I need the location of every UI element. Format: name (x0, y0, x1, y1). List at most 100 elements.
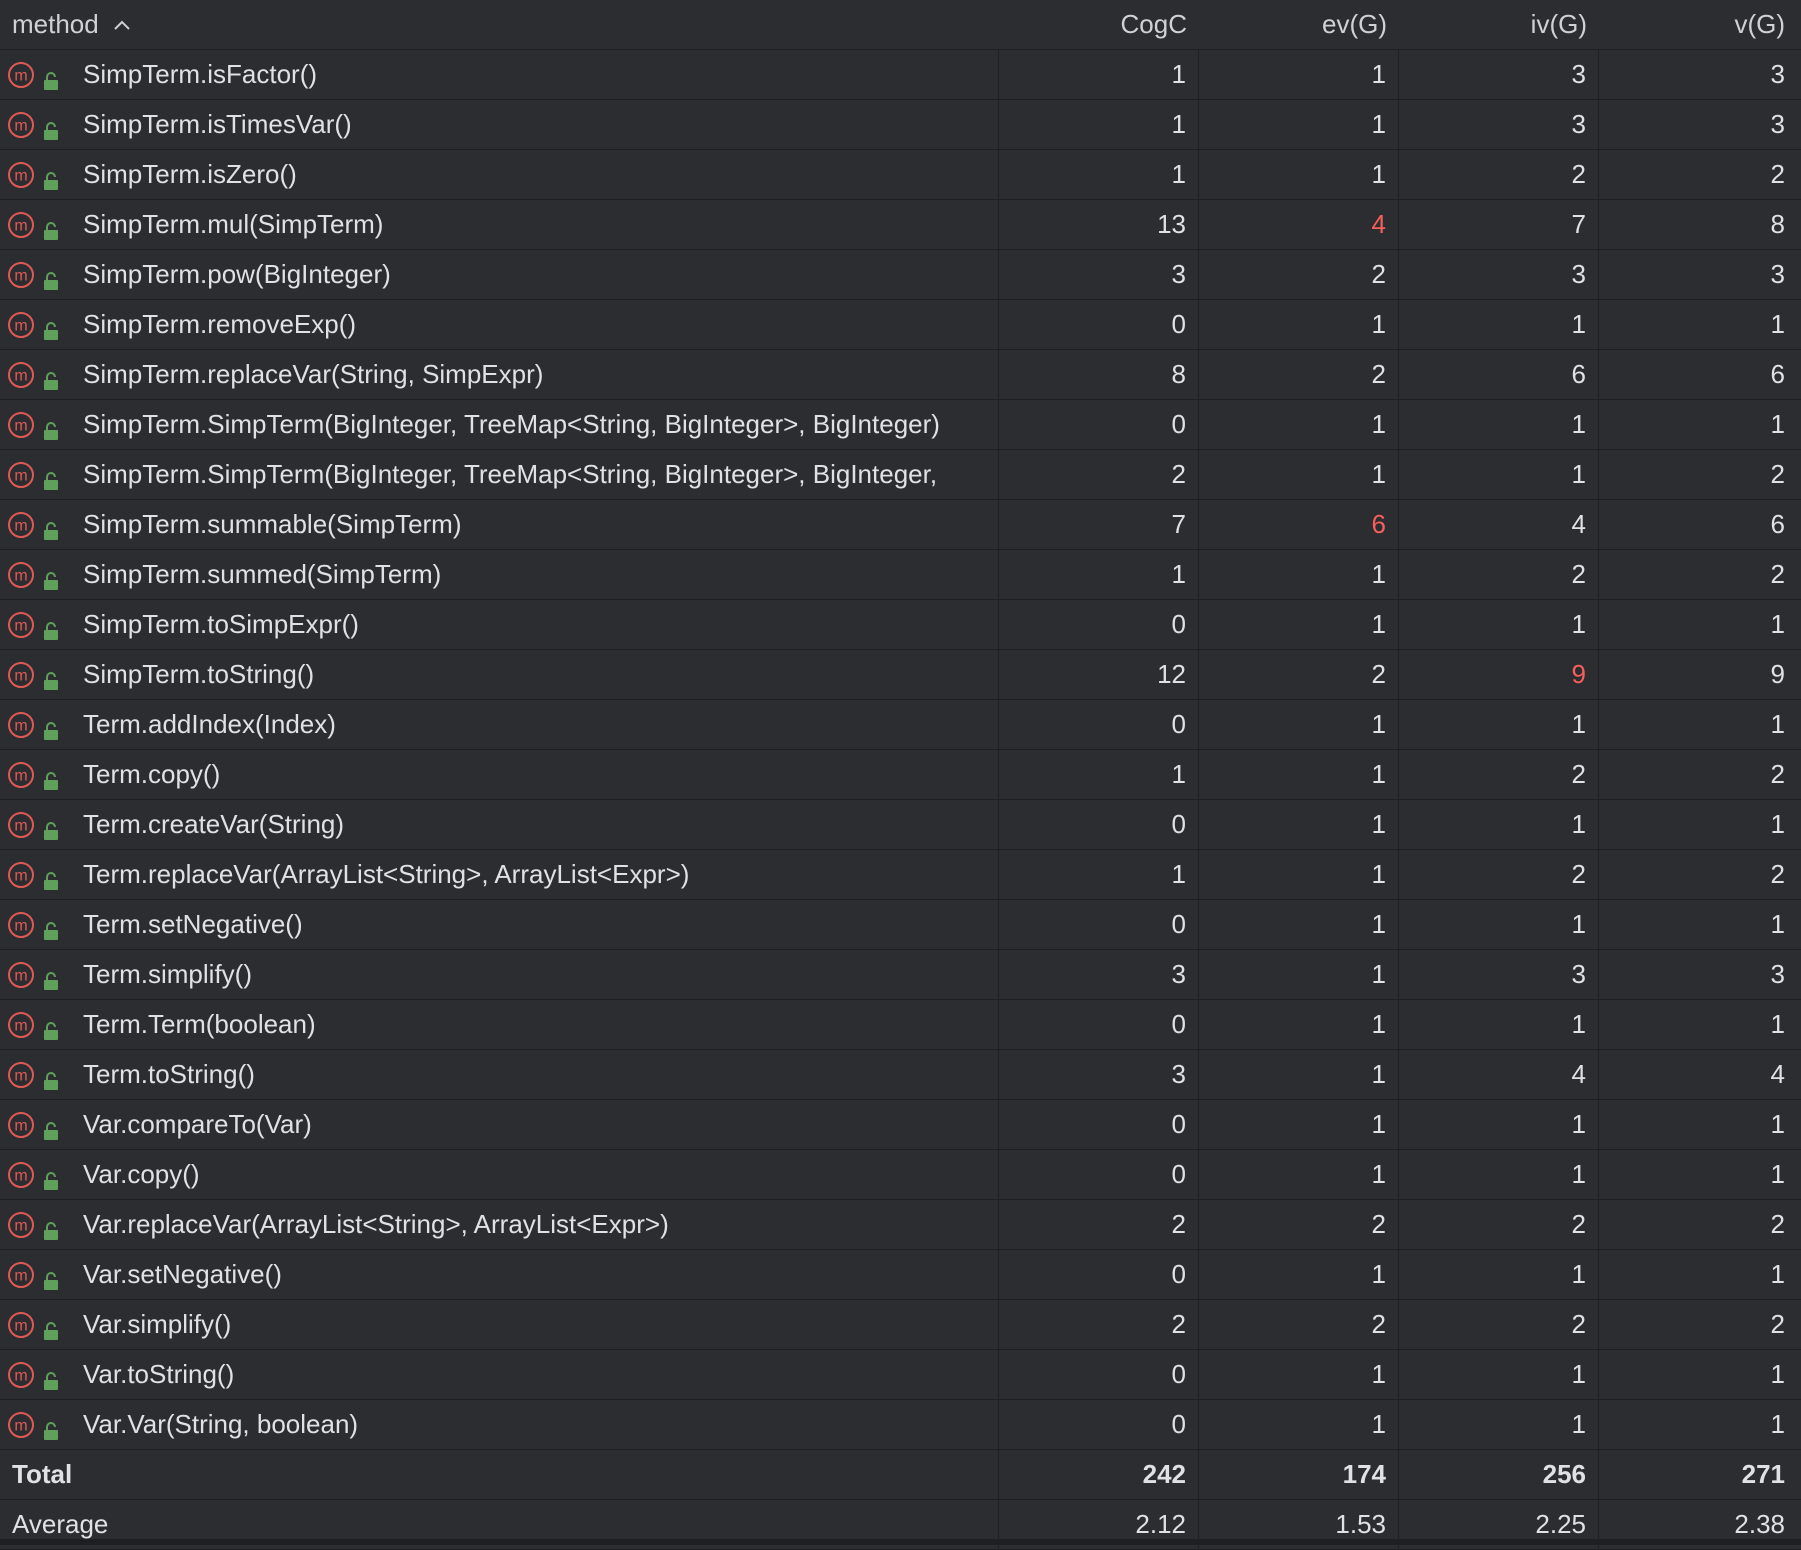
public-lock-icon (43, 566, 59, 590)
table-row[interactable]: m SimpTerm.SimpTerm(BigInteger, TreeMap<S… (0, 400, 1801, 450)
method-name: SimpTerm.pow(BigInteger) (83, 259, 391, 289)
svg-text:m: m (14, 317, 27, 334)
svg-text:m: m (14, 267, 27, 284)
method-cell: m Var.Var(String, boolean) (0, 1400, 999, 1449)
iv-value: 2 (1571, 559, 1586, 589)
table-row[interactable]: m SimpTerm.isFactor() 1 1 3 3 (0, 50, 1801, 100)
method-m-icon: m (7, 1311, 35, 1339)
method-m-icon: m (7, 211, 35, 239)
svg-text:m: m (14, 117, 27, 134)
table-row[interactable]: m Term.addIndex(Index) 0 1 1 1 (0, 700, 1801, 750)
iv-cell: 1 (1399, 300, 1599, 349)
column-header-method[interactable]: method (0, 0, 999, 49)
table-row[interactable]: m SimpTerm.toString() 12 2 9 9 (0, 650, 1801, 700)
table-row[interactable]: m Var.replaceVar(ArrayList<String>, Array… (0, 1200, 1801, 1250)
ev-cell: 2 (1199, 1300, 1399, 1349)
table-row[interactable]: m SimpTerm.replaceVar(String, SimpExpr) 8 2… (0, 350, 1801, 400)
total-row[interactable]: Total 242 174 256 271 (0, 1450, 1801, 1500)
method-m-icon: m (7, 461, 35, 489)
method-name: Var.copy() (83, 1159, 200, 1189)
iv-value: 1 (1571, 1409, 1586, 1439)
v-value: 1 (1770, 1109, 1785, 1139)
table-row[interactable]: m SimpTerm.removeExp() 0 1 1 1 (0, 300, 1801, 350)
cogc-cell: 2 (999, 1300, 1199, 1349)
table-row[interactable]: m Term.simplify() 3 1 3 3 (0, 950, 1801, 1000)
v-cell: 2 (1599, 750, 1801, 799)
svg-text:m: m (14, 1167, 27, 1184)
column-header-ev[interactable]: ev(G) (1199, 0, 1399, 49)
cogc-value: 0 (1171, 809, 1186, 839)
cogc-cell: 1 (999, 150, 1199, 199)
method-name: Term.addIndex(Index) (83, 709, 336, 739)
table-row[interactable]: m SimpTerm.SimpTerm(BigInteger, TreeMap<S… (0, 450, 1801, 500)
table-row[interactable]: m Var.copy() 0 1 1 1 (0, 1150, 1801, 1200)
table-row[interactable]: m Term.copy() 1 1 2 2 (0, 750, 1801, 800)
column-header-iv[interactable]: iv(G) (1399, 0, 1599, 49)
column-header-cogc[interactable]: CogC (999, 0, 1199, 49)
ev-cell: 1 (1199, 600, 1399, 649)
method-cell: m Var.setNegative() (0, 1250, 999, 1299)
iv-cell: 1 (1399, 1000, 1599, 1049)
ev-value: 1 (1371, 109, 1386, 139)
ev-cell: 1 (1199, 1150, 1399, 1199)
iv-value: 1 (1571, 309, 1586, 339)
ev-value: 2 (1371, 1209, 1386, 1239)
table-row[interactable]: m Term.replaceVar(ArrayList<String>, Arra… (0, 850, 1801, 900)
table-row[interactable]: m Term.Term(boolean) 0 1 1 1 (0, 1000, 1801, 1050)
ev-value: 2 (1371, 1309, 1386, 1339)
method-name: Var.setNegative() (83, 1259, 282, 1289)
iv-value: 4 (1571, 509, 1586, 539)
method-cell: m SimpTerm.SimpTerm(BigInteger, TreeMap<S… (0, 400, 999, 449)
table-row[interactable]: m SimpTerm.isZero() 1 1 2 2 (0, 150, 1801, 200)
iv-cell: 1 (1399, 1250, 1599, 1299)
iv-value: 1 (1571, 1159, 1586, 1189)
table-row[interactable]: m SimpTerm.summable(SimpTerm) 7 6 4 6 (0, 500, 1801, 550)
method-cell: m Term.simplify() (0, 950, 999, 999)
cogc-cell: 1 (999, 550, 1199, 599)
method-m-icon: m (7, 561, 35, 589)
table-row[interactable]: m Var.toString() 0 1 1 1 (0, 1350, 1801, 1400)
cogc-cell: 0 (999, 1000, 1199, 1049)
method-name: Term.replaceVar(ArrayList<String>, Array… (83, 859, 690, 889)
method-cell: m Term.toString() (0, 1050, 999, 1099)
table-row[interactable]: m SimpTerm.isTimesVar() 1 1 3 3 (0, 100, 1801, 150)
table-row[interactable]: m SimpTerm.mul(SimpTerm) 13 4 7 8 (0, 200, 1801, 250)
cogc-cell: 8 (999, 350, 1199, 399)
table-row[interactable]: m Var.simplify() 2 2 2 2 (0, 1300, 1801, 1350)
cogc-value: 1 (1171, 59, 1186, 89)
column-header-v[interactable]: v(G) (1599, 0, 1801, 49)
v-value: 1 (1770, 309, 1785, 339)
table-row[interactable]: m SimpTerm.pow(BigInteger) 3 2 3 3 (0, 250, 1801, 300)
iv-cell: 1 (1399, 800, 1599, 849)
svg-text:m: m (14, 1117, 27, 1134)
table-row[interactable]: m Var.setNegative() 0 1 1 1 (0, 1250, 1801, 1300)
svg-text:m: m (14, 567, 27, 584)
table-header: method CogC ev(G) iv(G) v(G) (0, 0, 1801, 50)
svg-text:m: m (14, 217, 27, 234)
table-row[interactable]: m SimpTerm.toSimpExpr() 0 1 1 1 (0, 600, 1801, 650)
iv-value: 3 (1571, 59, 1586, 89)
ev-cell: 2 (1199, 250, 1399, 299)
v-value: 2 (1770, 459, 1785, 489)
iv-cell: 6 (1399, 350, 1599, 399)
public-lock-icon (43, 216, 59, 240)
table-row[interactable]: m Term.createVar(String) 0 1 1 1 (0, 800, 1801, 850)
svg-text:m: m (14, 867, 27, 884)
table-row[interactable]: m Var.compareTo(Var) 0 1 1 1 (0, 1100, 1801, 1150)
iv-value: 4 (1571, 1059, 1586, 1089)
table-row[interactable]: m SimpTerm.summed(SimpTerm) 1 1 2 2 (0, 550, 1801, 600)
method-name: Var.simplify() (83, 1309, 232, 1339)
public-lock-icon (43, 666, 59, 690)
v-value: 3 (1770, 59, 1785, 89)
table-row[interactable]: m Term.toString() 3 1 4 4 (0, 1050, 1801, 1100)
iv-value: 2 (1571, 759, 1586, 789)
method-cell: m SimpTerm.replaceVar(String, SimpExpr) (0, 350, 999, 399)
method-cell: m SimpTerm.summed(SimpTerm) (0, 550, 999, 599)
table-row[interactable]: m Term.setNegative() 0 1 1 1 (0, 900, 1801, 950)
v-cell: 3 (1599, 50, 1801, 99)
table-row[interactable]: m Var.Var(String, boolean) 0 1 1 1 (0, 1400, 1801, 1450)
ev-value: 2 (1371, 359, 1386, 389)
v-value: 2 (1770, 759, 1785, 789)
v-value: 4 (1770, 1059, 1785, 1089)
method-m-icon: m (7, 1161, 35, 1189)
